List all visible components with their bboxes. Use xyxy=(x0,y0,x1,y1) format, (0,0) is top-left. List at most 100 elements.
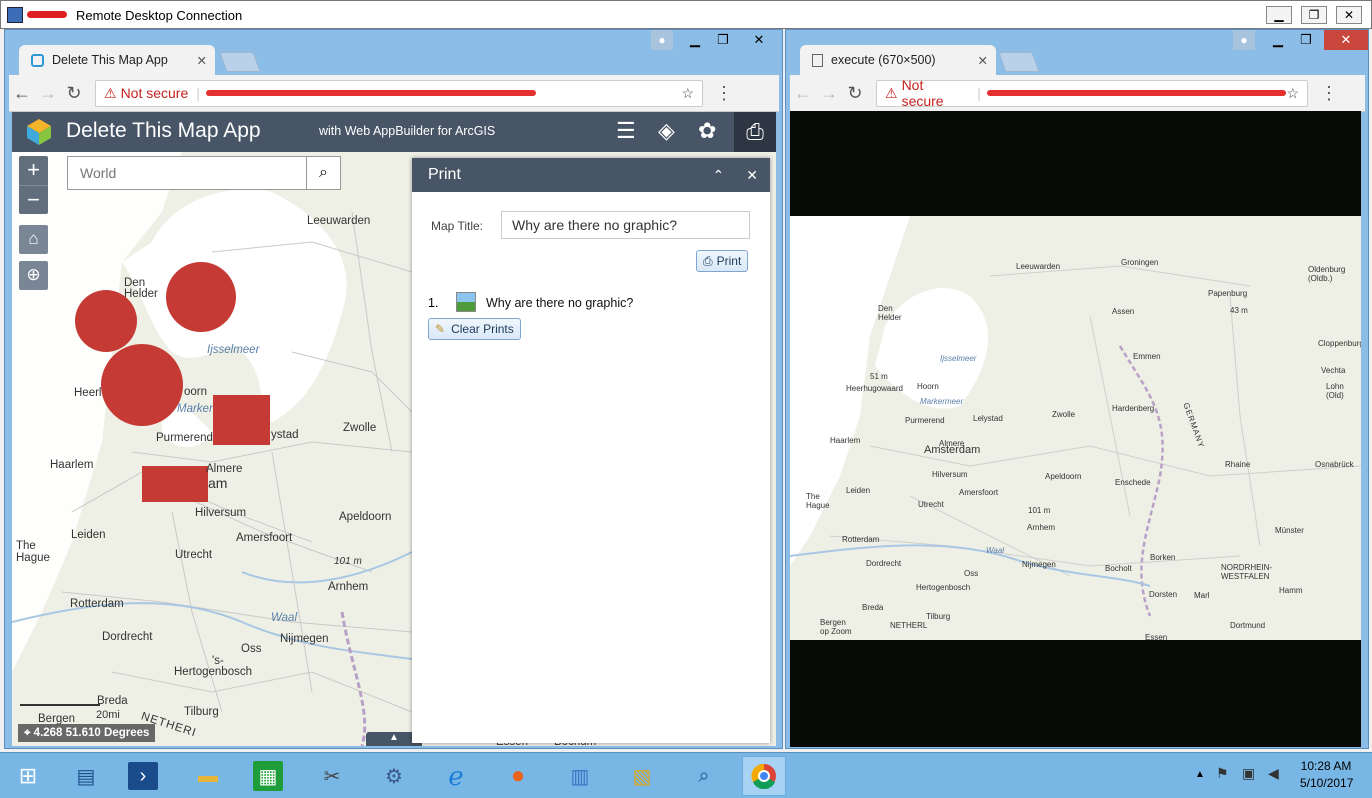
map-title-input[interactable] xyxy=(501,211,750,239)
tab-execute[interactable]: execute (670×500) ✕ xyxy=(800,45,996,75)
rdp-minimize-button[interactable]: ▁ xyxy=(1266,6,1292,24)
layers-icon[interactable]: ◈ xyxy=(658,118,675,144)
server-manager-icon[interactable]: ▤ xyxy=(68,759,104,793)
profile-icon[interactable]: ● xyxy=(651,30,673,50)
chrome-maximize-button[interactable]: ❐ xyxy=(709,30,737,50)
firefox-icon[interactable]: ● xyxy=(500,759,536,793)
clock-time: 10:28 AM xyxy=(1300,759,1352,773)
chrome-minimize-button[interactable]: ▁ xyxy=(681,30,709,50)
broom-icon: ✎ xyxy=(435,322,446,336)
profile-icon[interactable]: ● xyxy=(1233,30,1255,50)
print-widget-icon[interactable]: ⎙ xyxy=(734,112,776,152)
locate-button[interactable]: ⊕ xyxy=(19,261,48,290)
tab-delete-map-app[interactable]: Delete This Map App ✕ xyxy=(19,45,215,75)
chrome-close-button[interactable]: ✕ xyxy=(1324,30,1368,50)
legend-list-icon[interactable]: ☰ xyxy=(616,118,636,144)
tools-icon[interactable]: ✂ xyxy=(314,759,350,793)
printed-map-label: Essen xyxy=(1145,633,1168,640)
network-icon[interactable]: ▥ xyxy=(562,759,598,793)
printed-map-label: Assen xyxy=(1112,307,1135,316)
menu-dots-icon[interactable]: ⋮ xyxy=(711,83,737,104)
file-explorer-icon[interactable]: ▬ xyxy=(190,759,226,793)
chrome-maximize-button[interactable]: ❐ xyxy=(1292,30,1320,50)
printed-map-label: Oss xyxy=(964,569,979,578)
printed-map-label: Markermeer xyxy=(920,397,964,406)
app-subtitle: with Web AppBuilder for ArcGIS xyxy=(319,124,496,138)
new-tab-button[interactable] xyxy=(998,52,1040,72)
map-label: The Hague xyxy=(16,540,50,564)
image-file-icon xyxy=(456,292,476,312)
printed-map-label: The Hague xyxy=(806,492,830,510)
chrome-close-button[interactable]: ✕ xyxy=(745,30,773,50)
printed-map-label: Emmen xyxy=(1133,352,1161,361)
magnifier-icon[interactable]: ⌕ xyxy=(686,759,722,793)
map-title-label: Map Title: xyxy=(431,219,484,233)
clear-prints-button[interactable]: ✎ Clear Prints xyxy=(428,318,521,340)
start-button[interactable]: ⊞ xyxy=(10,759,46,793)
search-input[interactable] xyxy=(68,157,306,189)
close-panel-icon[interactable]: ✕ xyxy=(746,167,758,184)
new-tab-button[interactable] xyxy=(219,52,261,72)
archive-icon[interactable]: ▧ xyxy=(624,759,660,793)
clock-date: 5/10/2017 xyxy=(1300,776,1354,790)
back-arrow-icon[interactable]: ← xyxy=(9,83,35,104)
print-result-link[interactable]: Why are there no graphic? xyxy=(486,296,633,310)
collapse-icon[interactable]: ⌃ xyxy=(713,167,725,184)
printed-map-label: Ijsselmeer xyxy=(940,354,977,363)
bookmark-star-icon[interactable]: ☆ xyxy=(1286,85,1299,102)
reload-icon[interactable]: ↻ xyxy=(61,83,87,104)
map-label: Hertogenbosch xyxy=(174,666,252,678)
printed-map-label: Heerhugowaard xyxy=(846,384,903,393)
rdp-maximize-button[interactable]: ❐ xyxy=(1301,6,1327,24)
map-label: Arnhem xyxy=(328,581,369,593)
printed-map-label: Nijmegen xyxy=(1022,560,1056,569)
zoom-in-button[interactable]: + xyxy=(19,156,48,185)
printed-map-label: Dorsten xyxy=(1149,590,1178,599)
rdp-titlebar: Remote Desktop Connection ▁ ❐ ✕ xyxy=(0,0,1372,29)
store-icon[interactable]: ▦ xyxy=(253,761,283,791)
map-label: ystad xyxy=(271,429,299,441)
settings-gear-icon[interactable]: ⚙ xyxy=(376,759,412,793)
printed-map-label: Hamm xyxy=(1279,586,1303,595)
printed-map-label: Groningen xyxy=(1121,258,1159,267)
printed-map-label: Cloppenburg xyxy=(1318,339,1361,348)
print-button[interactable]: ⎙ Print xyxy=(696,250,749,272)
powershell-icon[interactable]: › xyxy=(128,762,158,790)
print-panel-header: Print ⌃ ✕ xyxy=(412,158,770,192)
basemap-gallery-icon[interactable]: ✿ xyxy=(698,118,716,144)
forward-arrow-icon[interactable]: → xyxy=(816,83,842,104)
map-label: Heerl xyxy=(74,387,102,399)
address-bar[interactable]: ⚠ Not secure | ☆ xyxy=(95,79,703,107)
reload-icon[interactable]: ↻ xyxy=(842,83,868,104)
bookmark-star-icon[interactable]: ☆ xyxy=(681,85,694,102)
home-button[interactable]: ⌂ xyxy=(19,225,48,254)
forward-arrow-icon[interactable]: → xyxy=(35,83,61,104)
address-bar[interactable]: ⚠ Not secure | ☆ xyxy=(876,77,1308,109)
tab-close-icon[interactable]: ✕ xyxy=(978,53,988,68)
map-label: Almere xyxy=(206,463,243,475)
search-icon[interactable]: ⌕ xyxy=(306,157,340,189)
tab-close-icon[interactable]: ✕ xyxy=(197,53,207,68)
menu-dots-icon[interactable]: ⋮ xyxy=(1316,83,1342,104)
zoom-out-button[interactable]: − xyxy=(19,185,48,214)
back-arrow-icon[interactable]: ← xyxy=(790,83,816,104)
search-widget: ⌕ xyxy=(67,156,341,190)
tray-volume-icon[interactable]: ◀ xyxy=(1268,765,1279,782)
printed-map-label: Haarlem xyxy=(830,436,861,445)
tray-flag-icon[interactable]: ⚑ xyxy=(1216,765,1229,782)
tray-expand-icon[interactable]: ▲ xyxy=(1195,769,1205,780)
clock[interactable]: 10:28 AM 5/10/2017 xyxy=(1300,759,1354,790)
print-result-index: 1. xyxy=(428,296,439,310)
map-label: Den Helder xyxy=(124,277,158,300)
rdp-title: Remote Desktop Connection xyxy=(76,8,243,23)
redacted-url xyxy=(205,90,536,96)
rdp-app-icon xyxy=(7,7,23,23)
internet-explorer-icon[interactable]: ℯ xyxy=(438,759,474,793)
graphic-circle-3 xyxy=(101,344,183,426)
printed-map-label: Rotterdam xyxy=(842,535,880,544)
chrome-taskbar-button[interactable] xyxy=(742,756,786,796)
document-icon xyxy=(812,53,823,67)
tray-network-icon[interactable]: ▣ xyxy=(1242,765,1255,782)
chrome-minimize-button[interactable]: ▁ xyxy=(1264,30,1292,50)
rdp-close-button[interactable]: ✕ xyxy=(1336,6,1362,24)
